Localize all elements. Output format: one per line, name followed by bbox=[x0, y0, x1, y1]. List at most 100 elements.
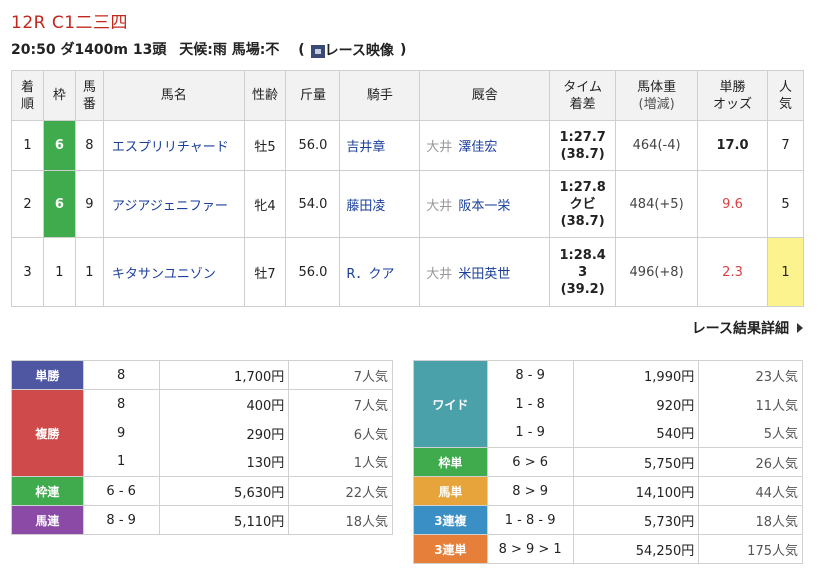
sex-age: 牡7 bbox=[243, 237, 287, 307]
kinryo: 54.0 bbox=[285, 170, 341, 238]
header-rank: 着順 bbox=[11, 70, 44, 121]
stable-area: 大井 bbox=[426, 266, 453, 282]
stable-cell: 大井 澤佳宏 bbox=[419, 120, 551, 171]
payout-amount: 1,700円 bbox=[158, 360, 290, 390]
horse-weight: 484(+5) bbox=[615, 170, 699, 238]
jockey-link[interactable]: 藤田凌 bbox=[339, 170, 421, 238]
payout-row-fukusho: 複勝 8 400円 7人気 bbox=[11, 389, 393, 477]
payout-amount: 5,630円 bbox=[158, 476, 290, 506]
results-table: 着順 枠 馬番 馬名 性齢 斤量 騎手 厩舎 タイム 着差 馬体重 (増減) 単勝オ… bbox=[11, 70, 805, 307]
payout-popularity: 26人気 bbox=[698, 447, 803, 477]
race-runners: 13頭 bbox=[132, 42, 167, 58]
header-name: 馬名 bbox=[102, 70, 245, 121]
time-cell: 1:28.4 3 (39.2) bbox=[549, 237, 617, 307]
sex-age: 牝4 bbox=[243, 170, 287, 238]
jockey-link[interactable]: R．クア bbox=[339, 237, 421, 307]
race-weather: 天候:雨 bbox=[179, 42, 227, 58]
bet-label-wide: ワイド bbox=[413, 360, 488, 448]
chevron-right-icon bbox=[797, 323, 803, 333]
payout-amount: 400円 bbox=[158, 389, 290, 419]
trainer-link[interactable]: 米田英世 bbox=[458, 267, 510, 282]
payout-combo: 1 - 9 bbox=[486, 418, 574, 448]
detail-link-label: レース結果詳細 bbox=[691, 321, 789, 337]
jockey-link[interactable]: 吉井章 bbox=[339, 120, 421, 171]
payout-amount: 920円 bbox=[572, 389, 700, 419]
header-kinryo: 斤量 bbox=[285, 70, 341, 121]
rank: 1 bbox=[11, 120, 44, 171]
waku-badge: 6 bbox=[42, 170, 76, 238]
header-waku: 枠 bbox=[42, 70, 76, 121]
horse-number: 8 bbox=[74, 120, 104, 171]
win-odds: 17.0 bbox=[697, 120, 768, 171]
popularity: 1 bbox=[766, 237, 805, 307]
payout-amount: 54,250円 bbox=[572, 534, 700, 564]
bet-label-wakutan: 枠単 bbox=[413, 447, 488, 477]
horse-number: 1 bbox=[74, 237, 104, 307]
table-row: 2 6 9 アジアジェニファー 牝4 54.0 藤田凌 大井 阪本一栄 1:27.… bbox=[11, 170, 805, 238]
horse-number: 9 bbox=[74, 170, 104, 238]
payout-combo: 8 > 9 > 1 bbox=[486, 534, 574, 564]
payout-amount: 5,730円 bbox=[572, 505, 700, 535]
horse-weight: 496(+8) bbox=[615, 237, 699, 307]
payout-popularity: 5人気 bbox=[698, 418, 803, 448]
bet-label-sanrenpuku: 3連複 bbox=[413, 505, 488, 535]
payout-combo: 8 - 9 bbox=[82, 505, 160, 535]
payout-combo: 9 bbox=[82, 418, 160, 448]
stable-cell: 大井 米田英世 bbox=[419, 237, 551, 307]
payout-popularity: 11人気 bbox=[698, 389, 803, 419]
paren-close: ) bbox=[399, 42, 407, 58]
payout-amount: 290円 bbox=[158, 418, 290, 448]
time-cell: 1:27.8 クビ (38.7) bbox=[549, 170, 617, 238]
payout-row-wakutan: 枠単 6 > 6 5,750円 26人気 bbox=[413, 447, 803, 477]
rank: 3 bbox=[11, 237, 44, 307]
payout-table-right: ワイド 8 - 9 1,990円 23人気 1 - 8 920円 11人気 1 … bbox=[413, 360, 803, 564]
payout-amount: 130円 bbox=[158, 447, 290, 477]
payout-popularity: 18人気 bbox=[698, 505, 803, 535]
bet-label-wakuren: 枠連 bbox=[11, 476, 84, 506]
payout-combo: 6 > 6 bbox=[486, 447, 574, 477]
payout-combo: 8 bbox=[82, 360, 160, 390]
payout-amount: 14,100円 bbox=[572, 476, 700, 506]
waku-badge: 6 bbox=[42, 120, 76, 171]
race-title: 12R C1二三四 bbox=[11, 13, 129, 33]
trainer-link[interactable]: 澤佳宏 bbox=[458, 140, 497, 155]
header-pop: 人気 bbox=[766, 70, 805, 121]
payout-row-umaren: 馬連 8 - 9 5,110円 18人気 bbox=[11, 505, 393, 535]
payout-popularity: 6人気 bbox=[288, 418, 393, 448]
payout-row-tansho: 単勝 8 1,700円 7人気 bbox=[11, 360, 393, 390]
payout-row-umatan: 馬単 8 > 9 14,100円 44人気 bbox=[413, 476, 803, 506]
bet-label-umatan: 馬単 bbox=[413, 476, 488, 506]
payout-popularity: 7人気 bbox=[288, 360, 393, 390]
payout-combo: 6 - 6 bbox=[82, 476, 160, 506]
race-video-link[interactable]: ( レース映像 ) bbox=[298, 40, 406, 60]
payout-popularity: 22人気 bbox=[288, 476, 393, 506]
payout-combo: 1 - 8 - 9 bbox=[486, 505, 574, 535]
horse-name-link[interactable]: アジアジェニファー bbox=[102, 170, 245, 238]
payout-popularity: 7人気 bbox=[288, 389, 393, 419]
popularity: 7 bbox=[766, 120, 805, 171]
header-stable: 厩舎 bbox=[419, 70, 551, 121]
header-odds: 単勝 オッズ bbox=[697, 70, 768, 121]
payout-amount: 1,990円 bbox=[572, 360, 700, 390]
horse-name-link[interactable]: キタサンユニゾン bbox=[102, 237, 245, 307]
payout-popularity: 18人気 bbox=[288, 505, 393, 535]
win-odds: 9.6 bbox=[697, 170, 768, 238]
payout-combo: 8 > 9 bbox=[486, 476, 574, 506]
bet-label-sanrentan: 3連単 bbox=[413, 534, 488, 564]
payout-popularity: 1人気 bbox=[288, 447, 393, 477]
payout-combo: 8 - 9 bbox=[486, 360, 574, 390]
payout-amount: 5,750円 bbox=[572, 447, 700, 477]
bet-label-umaren: 馬連 bbox=[11, 505, 84, 535]
race-result-detail-link[interactable]: レース結果詳細 bbox=[692, 318, 803, 338]
payout-table-left: 単勝 8 1,700円 7人気 複勝 8 400円 7人気 9 290円 6人気… bbox=[11, 360, 393, 535]
horse-weight: 464(-4) bbox=[615, 120, 699, 171]
race-course: ダ1400m bbox=[60, 42, 129, 58]
bet-label-tansho: 単勝 bbox=[11, 360, 84, 390]
table-row: 3 1 1 キタサンユニゾン 牡7 56.0 R．クア 大井 米田英世 1:28.… bbox=[11, 237, 805, 307]
payout-combo: 1 bbox=[82, 447, 160, 477]
trainer-link[interactable]: 阪本一栄 bbox=[458, 199, 510, 214]
payout-amount: 540円 bbox=[572, 418, 700, 448]
win-odds: 2.3 bbox=[697, 237, 768, 307]
horse-name-link[interactable]: エスプリリチャード bbox=[102, 120, 245, 171]
table-row: 1 6 8 エスプリリチャード 牡5 56.0 吉井章 大井 澤佳宏 1:27.7… bbox=[11, 120, 805, 171]
